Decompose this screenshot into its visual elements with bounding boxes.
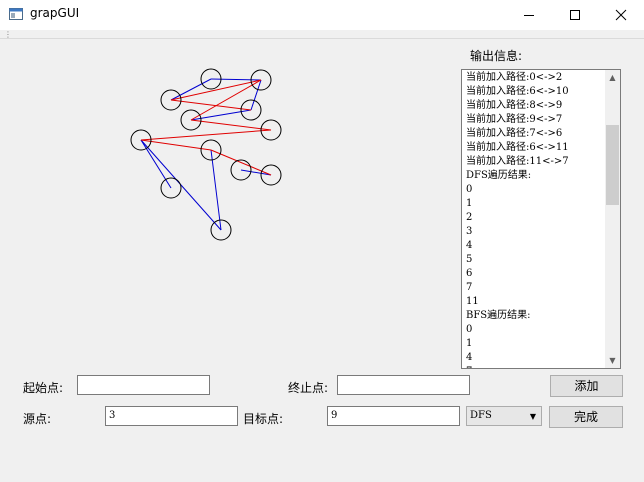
output-line: 2 — [466, 212, 473, 223]
app-icon — [9, 8, 23, 20]
scroll-down-icon[interactable]: ▼ — [605, 353, 620, 368]
output-lines: 当前加入路径:0<->2 当前加入路径:6<->10 当前加入路径:8<->9 当前加… — [466, 71, 606, 368]
output-line: 当前加入路径:11<->7 — [466, 156, 569, 167]
graph-edge — [140, 139, 212, 151]
close-icon — [615, 9, 627, 21]
algorithm-select-value: DFS — [470, 410, 492, 421]
output-line: 5 — [466, 254, 473, 265]
output-line: BFS遍历结果: — [466, 310, 531, 321]
output-line: DFS遍历结果: — [466, 170, 532, 181]
algorithm-select[interactable]: DFS ▼ — [466, 406, 542, 426]
output-line: 6 — [466, 268, 473, 279]
output-line: 1 — [466, 338, 473, 349]
add-button[interactable]: 添加 — [550, 375, 623, 397]
maximize-icon — [570, 10, 580, 20]
end-input[interactable] — [337, 375, 470, 395]
source-label: 源点: — [23, 412, 52, 426]
output-textbox[interactable]: 当前加入路径:0<->2 当前加入路径:6<->10 当前加入路径:8<->9 当前加… — [461, 69, 621, 369]
graph-edge — [170, 79, 262, 101]
start-input[interactable] — [77, 375, 210, 395]
minimize-button[interactable] — [506, 0, 552, 30]
source-input[interactable]: 3 — [105, 406, 238, 426]
output-line: 7 — [466, 365, 606, 368]
title-bar: grapGUI — [0, 0, 644, 30]
end-label: 终止点: — [288, 381, 329, 395]
output-line: 4 — [466, 352, 473, 363]
output-label: 输出信息: — [470, 49, 523, 63]
output-line: 当前加入路径:7<->6 — [466, 128, 563, 139]
output-line: 11 — [466, 296, 479, 307]
scroll-up-icon[interactable]: ▲ — [605, 70, 620, 85]
graph-edge — [190, 119, 272, 131]
graph-edge — [210, 149, 222, 231]
graph-canvas — [130, 68, 282, 241]
output-line: 3 — [466, 226, 473, 237]
output-line: 当前加入路径:8<->9 — [466, 100, 563, 111]
maximize-button[interactable] — [552, 0, 598, 30]
done-button[interactable]: 完成 — [549, 406, 623, 428]
output-line: 0 — [466, 324, 473, 335]
graph-edge — [140, 129, 272, 141]
start-label: 起始点: — [23, 381, 64, 395]
chevron-down-icon: ▼ — [529, 412, 536, 421]
graph-edge — [240, 169, 272, 176]
output-scrollbar[interactable]: ▲ ▼ — [605, 70, 620, 368]
output-line: 当前加入路径:6<->10 — [466, 86, 569, 97]
output-line: 当前加入路径:9<->7 — [466, 114, 563, 125]
graph-edge — [140, 139, 172, 189]
menu-bar: ⋮ — [0, 30, 644, 39]
output-line: 1 — [466, 198, 473, 209]
graph-edge — [210, 78, 262, 81]
output-line: 0 — [466, 184, 473, 195]
window-title: grapGUI — [30, 6, 80, 20]
target-label: 目标点: — [243, 412, 284, 426]
scroll-thumb[interactable] — [606, 125, 619, 205]
output-line: 7 — [466, 282, 473, 293]
menu-grip-icon: ⋮ — [4, 30, 12, 39]
output-line: 4 — [466, 240, 473, 251]
output-line: 当前加入路径:0<->2 — [466, 72, 563, 83]
output-line: 当前加入路径:6<->11 — [466, 142, 569, 153]
graph-edge — [170, 78, 212, 101]
target-input[interactable]: 9 — [327, 406, 460, 426]
minimize-icon — [524, 15, 534, 16]
close-button[interactable] — [598, 0, 644, 30]
